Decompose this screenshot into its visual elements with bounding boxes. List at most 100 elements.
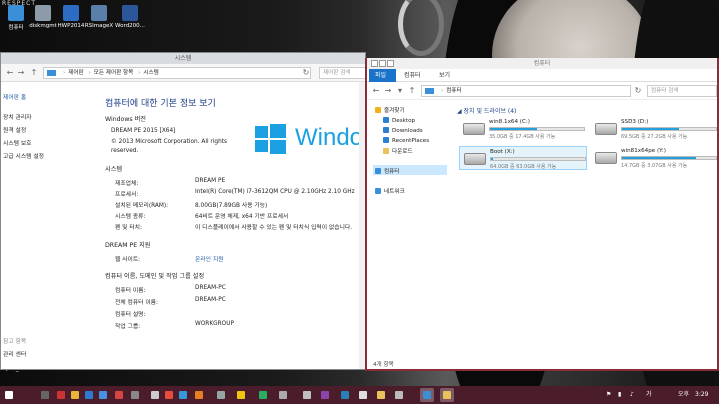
taskbar-app[interactable] [300, 388, 314, 402]
support-header: DREAM PE 지원 [105, 242, 151, 249]
breadcrumb[interactable]: › 제어판 › 모든 제어판 항목 › 시스템 [43, 67, 311, 79]
remote-settings-link[interactable]: 원격 설정 [3, 125, 26, 134]
taskbar-app[interactable] [318, 388, 332, 402]
taskbar-app[interactable] [162, 388, 176, 402]
advanced-settings-link[interactable]: 고급 시스템 설정 [3, 151, 44, 160]
explorer-title-bar[interactable]: 컴퓨터 [367, 58, 717, 69]
processor-label: 프로세서: [115, 192, 139, 198]
taskbar-app[interactable] [338, 388, 352, 402]
nav-downloads[interactable]: Downloads [383, 127, 423, 134]
taskbar-app[interactable] [234, 388, 248, 402]
tab-file[interactable]: 파일 [369, 69, 396, 82]
app-icon [303, 391, 311, 399]
computer-name-header: 컴퓨터 이름, 도메인 및 작업 그룹 설정 [105, 273, 205, 280]
device-manager-link[interactable]: 장치 관리자 [3, 112, 32, 121]
taskbar-app[interactable] [176, 388, 190, 402]
explorer-search[interactable]: 컴퓨터 검색 [647, 85, 717, 97]
taskbar-app[interactable] [82, 388, 96, 402]
refresh-icon[interactable]: ↻ [633, 86, 643, 96]
breadcrumb-sep-icon: › [88, 70, 91, 76]
breadcrumb-sep-icon: › [441, 88, 444, 94]
drive-name: SSD3 (D:) [621, 119, 649, 125]
manufacturer-label: 제조업체: [115, 181, 139, 187]
windows-start-icon [5, 391, 13, 399]
breadcrumb-item[interactable]: 시스템 [143, 70, 158, 76]
recent-dropdown-icon[interactable]: ▾ [395, 86, 405, 96]
drive-space: 35.0GB 중 17.4GB 사용 가능 [489, 134, 556, 140]
nav-computer[interactable]: 컴퓨터 [375, 167, 399, 175]
taskbar-control-panel[interactable] [420, 388, 434, 402]
taskbar-app[interactable] [192, 388, 206, 402]
taskbar-app[interactable] [68, 388, 82, 402]
control-panel-search[interactable]: 제어판 검색 [319, 67, 365, 79]
drive-space: 14.7GB 중 3.07GB 사용 가능 [621, 163, 688, 169]
taskbar-explorer[interactable] [440, 388, 454, 402]
tray-network-icon[interactable]: ▮ [618, 386, 621, 404]
system-type-label: 시스템 종류: [115, 214, 146, 220]
devices-group-header[interactable]: ◢ 장치 및 드라이브 (4) [457, 106, 516, 115]
quick-access-icon[interactable] [371, 60, 378, 67]
nav-desktop[interactable]: Desktop [383, 117, 415, 124]
back-icon[interactable]: ← [371, 86, 381, 96]
forward-icon[interactable]: → [383, 86, 393, 96]
taskbar-app[interactable] [256, 388, 270, 402]
refresh-icon[interactable]: ↻ [301, 68, 311, 78]
up-icon[interactable]: ↑ [29, 68, 39, 78]
clock-time[interactable]: 3:29 [695, 386, 708, 404]
app-icon [165, 391, 173, 399]
system-header: 시스템 [105, 166, 123, 173]
desktop-icon-word[interactable]: Word200... [106, 5, 154, 29]
hard-drive-icon [595, 152, 617, 164]
nav-network[interactable]: 네트워크 [375, 187, 405, 195]
breadcrumb[interactable]: › 컴퓨터 [421, 85, 631, 97]
tray-volume-icon[interactable]: ♪ [630, 386, 634, 404]
tray-flag-icon[interactable]: ⚑ [606, 386, 611, 404]
clock-ampm[interactable]: 오후 [678, 386, 689, 404]
start-button[interactable] [2, 388, 16, 402]
breadcrumb-item[interactable]: 모든 제어판 항목 [94, 70, 134, 76]
forward-icon[interactable]: → [16, 68, 26, 78]
app-icon [377, 391, 385, 399]
system-protection-link[interactable]: 시스템 보호 [3, 138, 32, 147]
taskbar-app[interactable] [54, 388, 68, 402]
breadcrumb-item[interactable]: 제어판 [68, 70, 83, 76]
taskbar-app[interactable] [356, 388, 370, 402]
drive-item[interactable]: SSD3 (D:) 69.5GB 중 27.2GB 사용 가능 [591, 117, 717, 141]
taskbar-app[interactable] [148, 388, 162, 402]
taskbar-app[interactable] [276, 388, 290, 402]
nav-downloads-kr[interactable]: 다운로드 [383, 147, 413, 155]
desktop-icon [383, 117, 389, 123]
drive-usage-bar [489, 127, 585, 131]
ime-indicator[interactable]: 가 [646, 386, 652, 404]
nav-favorites[interactable]: 즐겨찾기 [375, 106, 405, 114]
taskbar-app[interactable] [112, 388, 126, 402]
tab-view[interactable]: 보기 [433, 69, 456, 82]
pen-touch-value: 이 디스플레이에서 사용할 수 있는 펜 및 터치식 입력이 없습니다. [195, 225, 353, 231]
drive-usage-bar [490, 157, 586, 161]
taskbar-app[interactable] [96, 388, 110, 402]
drive-item[interactable]: win81x64pe (Y:) 14.7GB 중 3.07GB 사용 가능 [591, 146, 717, 170]
taskbar-app[interactable] [374, 388, 388, 402]
taskbar-app[interactable] [214, 388, 228, 402]
taskbar-app[interactable] [392, 388, 406, 402]
explorer-window: 컴퓨터 파일 컴퓨터 보기 ← → ▾ ↑ › 컴퓨터 ↻ 컴퓨터 검색 즐겨찾기… [365, 58, 719, 371]
drive-item[interactable]: Boot (X:) 64.0GB 중 63.0GB 사용 가능 [459, 146, 587, 170]
action-center-link[interactable]: 관리 센터 [3, 349, 26, 358]
app-icon [237, 391, 245, 399]
online-support-link[interactable]: 온라인 지원 [195, 254, 224, 263]
drive-item[interactable]: win8.1x64 (C:) 35.0GB 중 17.4GB 사용 가능 [459, 117, 587, 141]
quick-access-icon[interactable] [387, 60, 394, 67]
drive-usage-fill [622, 128, 680, 130]
control-panel-home-link[interactable]: 제어판 홈 [3, 92, 26, 101]
quick-access-icon[interactable] [379, 60, 386, 67]
tab-computer[interactable]: 컴퓨터 [398, 69, 427, 82]
nav-recent-places[interactable]: RecentPlaces [383, 137, 429, 144]
taskbar-app[interactable] [38, 388, 52, 402]
taskbar-app[interactable] [128, 388, 142, 402]
up-icon[interactable]: ↑ [407, 86, 417, 96]
word-icon [122, 5, 138, 21]
back-icon[interactable]: ← [5, 68, 15, 78]
breadcrumb-item[interactable]: 컴퓨터 [446, 88, 461, 94]
system-window-title[interactable]: 시스템 [1, 53, 365, 64]
status-bar: 4개 항목 [373, 362, 394, 368]
